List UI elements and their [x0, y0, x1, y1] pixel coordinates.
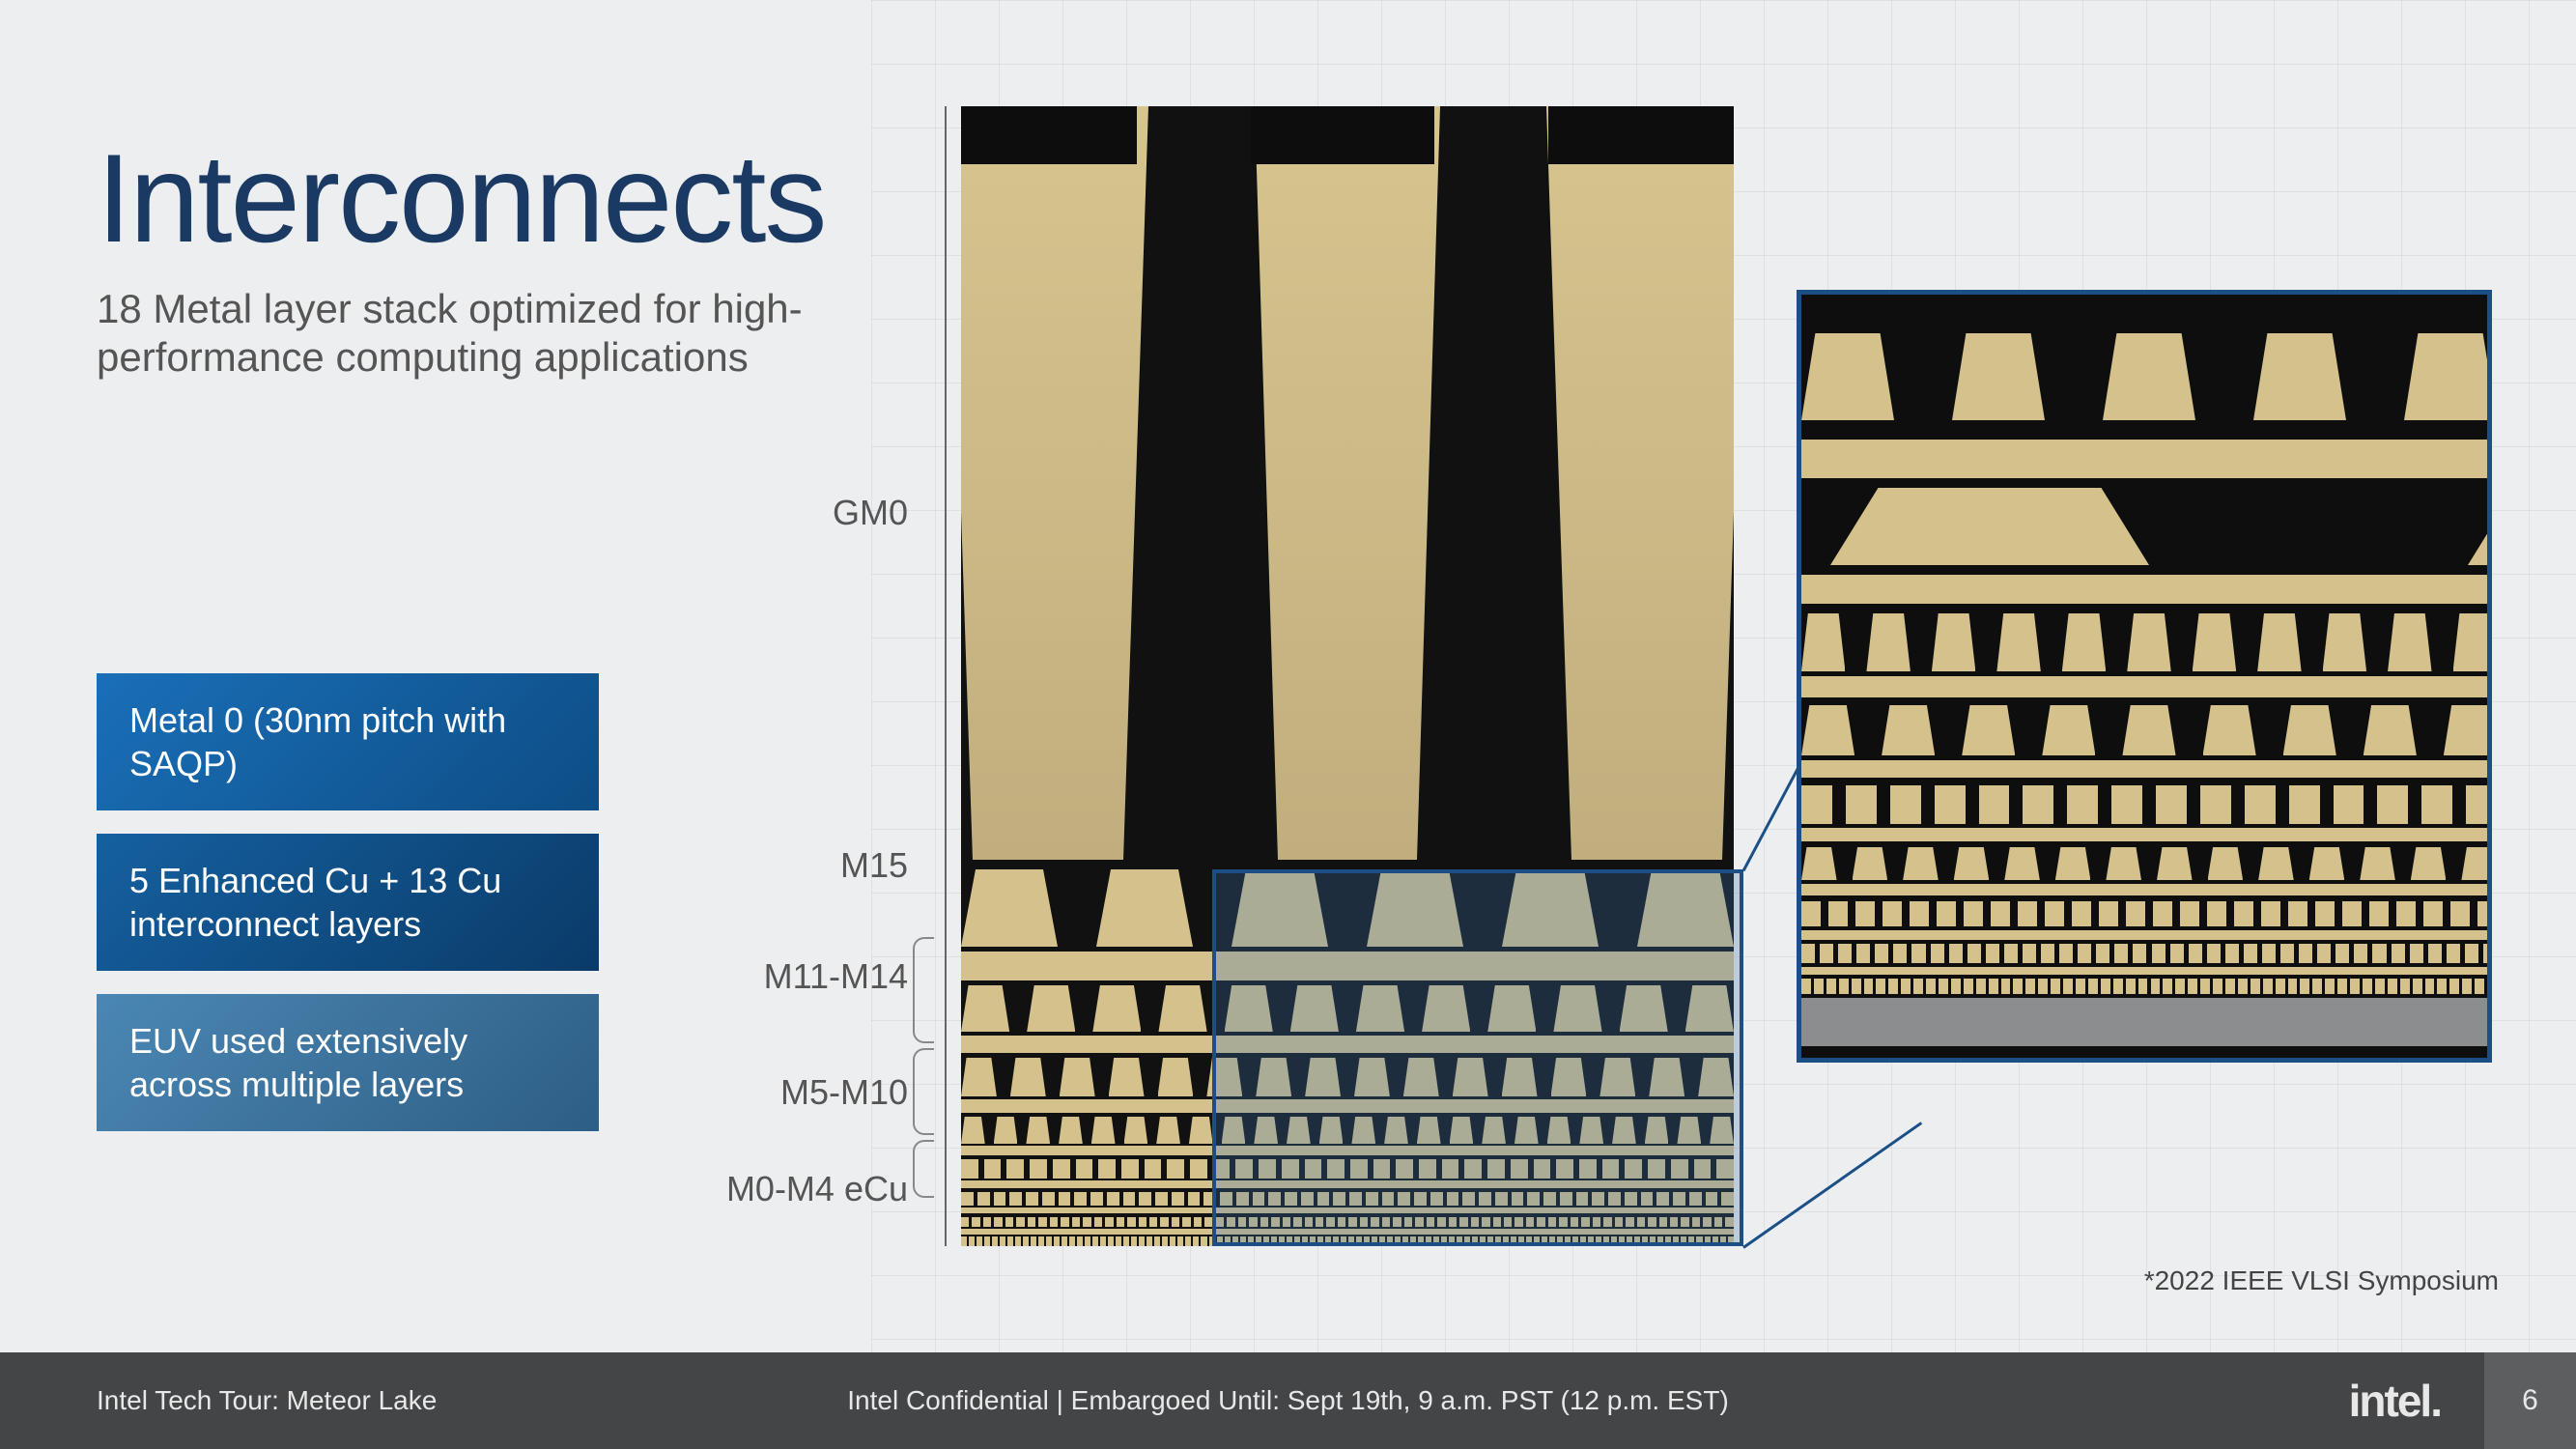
- label-m0-m4: M0-M4 eCu: [726, 1169, 908, 1209]
- callout-list: Metal 0 (30nm pitch with SAQP) 5 Enhance…: [97, 673, 599, 1154]
- callout-metal0: Metal 0 (30nm pitch with SAQP): [97, 673, 599, 810]
- callout-cu-layers: 5 Enhanced Cu + 13 Cu interconnect layer…: [97, 834, 599, 971]
- footer-left: Intel Tech Tour: Meteor Lake: [97, 1385, 437, 1416]
- label-m5-m10: M5-M10: [780, 1072, 908, 1113]
- layer-labels: GM0 M15 M11-M14 M5-M10 M0-M4 eCu: [657, 106, 908, 1246]
- label-m11-m14: M11-M14: [764, 956, 908, 997]
- footer-bar: Intel Tech Tour: Meteor Lake Intel Confi…: [0, 1352, 2576, 1449]
- intel-logo: intel.: [2349, 1375, 2441, 1427]
- zoom-highlight-box: [1212, 869, 1743, 1246]
- footnote: *2022 IEEE VLSI Symposium: [2144, 1265, 2499, 1296]
- brace-icon: [913, 1140, 934, 1198]
- zoom-panel: [1797, 290, 2492, 1063]
- label-m15: M15: [840, 845, 908, 886]
- axis-line: [945, 106, 947, 1246]
- page-number: 6: [2484, 1352, 2576, 1449]
- label-gm0: GM0: [833, 493, 908, 533]
- brace-icon: [913, 1048, 934, 1135]
- callout-euv: EUV used extensively across multiple lay…: [97, 994, 599, 1131]
- brace-icon: [913, 937, 934, 1043]
